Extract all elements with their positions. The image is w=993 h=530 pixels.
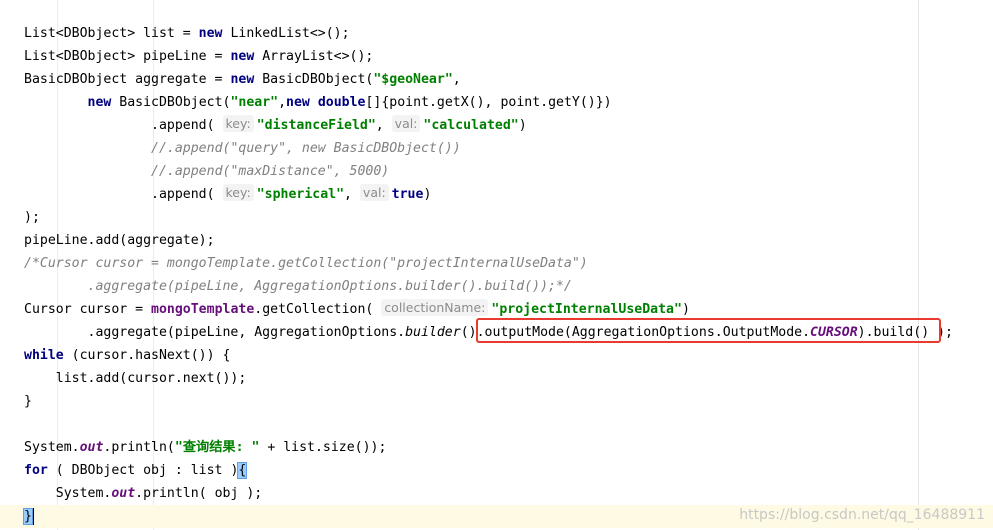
text-caret [31, 507, 34, 525]
code-token: LinkedList<>(); [222, 26, 350, 41]
code-line[interactable]: } [0, 390, 993, 413]
code-line[interactable]: List<DBObject> list = new LinkedList<>()… [0, 22, 993, 45]
code-token: , [278, 95, 287, 110]
code-line[interactable]: System.out.println("查询结果: " + list.size(… [0, 436, 993, 459]
code-token: out [111, 486, 136, 501]
code-line[interactable] [0, 413, 993, 436]
code-line[interactable]: list.add(cursor.next()); [0, 367, 993, 390]
watermark: https://blog.csdn.net/qq_16488911 [739, 507, 985, 523]
code-token: true [391, 187, 424, 202]
code-line[interactable]: BasicDBObject aggregate = new BasicDBObj… [0, 68, 993, 91]
code-line[interactable]: for ( DBObject obj : list ){ [0, 459, 993, 482]
code-token: /*Cursor cursor = mongoTemplate.getColle… [24, 256, 588, 271]
code-token: //.append("query", new BasicDBObject()) [151, 141, 461, 156]
code-line[interactable]: .append( key: "spherical", val: true) [0, 183, 993, 206]
code-token: List<DBObject> pipeLine = [24, 49, 231, 64]
code-token: .aggregate(pipeLine, AggregationOptions. [24, 325, 406, 340]
code-line[interactable]: .append( key: "distanceField", val: "calcu… [0, 114, 993, 137]
code-token: ArrayList<>(); [254, 49, 374, 64]
code-token: "projectInternalUseData" [491, 302, 682, 317]
code-token: BasicDBObject( [254, 72, 374, 87]
code-token: .getCollection( [254, 302, 382, 317]
code-token: .println( [103, 440, 175, 455]
code-editor[interactable]: List<DBObject> list = new LinkedList<>()… [0, 0, 993, 530]
code-token: ) [681, 302, 690, 317]
code-token: "near" [230, 95, 279, 110]
code-line[interactable]: ); [0, 206, 993, 229]
code-token: mongoTemplate [151, 302, 255, 317]
code-token: new [230, 49, 255, 64]
code-token: "$geoNear" [373, 72, 453, 87]
code-token: new [87, 95, 112, 110]
code-token: List<DBObject> list = [24, 26, 199, 41]
code-token: } [24, 394, 32, 409]
code-token: new [230, 72, 255, 87]
code-token: ); [24, 210, 40, 225]
code-token: .append( [24, 118, 223, 133]
code-token: ) [423, 187, 432, 202]
code-token: "distanceField" [256, 118, 376, 133]
code-token: []{point.getX(), point.getY()}) [365, 95, 612, 110]
code-line[interactable]: .aggregate(pipeLine, AggregationOptions.… [0, 275, 993, 298]
annotation-highlight-box [476, 318, 941, 343]
code-token: BasicDBObject aggregate = [24, 72, 231, 87]
code-token: new [286, 95, 310, 110]
code-token: for [24, 463, 48, 478]
code-token: System. [24, 486, 112, 501]
code-token: , [375, 118, 392, 133]
code-token: out [79, 440, 104, 455]
code-token: list.add(cursor.next()); [24, 371, 247, 386]
code-token: { [237, 462, 248, 479]
code-token: Cursor cursor = [24, 302, 152, 317]
code-line[interactable]: new BasicDBObject("near",new double[]{po… [0, 91, 993, 114]
code-token: .append( [24, 187, 223, 202]
code-token: .println( obj ); [135, 486, 263, 501]
code-token: } [23, 508, 33, 525]
code-token: "calculated" [423, 118, 519, 133]
code-line[interactable]: List<DBObject> pipeLine = new ArrayList<… [0, 45, 993, 68]
code-line[interactable]: //.append("maxDistance", 5000) [0, 160, 993, 183]
code-token: .aggregate(pipeLine, AggregationOptions.… [24, 279, 572, 294]
parameter-hint: collectionName: [381, 299, 489, 316]
code-token: (cursor.hasNext()) { [63, 348, 231, 363]
code-line[interactable]: System.out.println( obj ); [0, 482, 993, 505]
code-token: BasicDBObject( [111, 95, 231, 110]
code-token: double [317, 95, 366, 110]
code-token: //.append("maxDistance", 5000) [151, 164, 390, 179]
code-token: , [344, 187, 360, 202]
code-line[interactable]: /*Cursor cursor = mongoTemplate.getColle… [0, 252, 993, 275]
code-token: System. [24, 440, 80, 455]
parameter-hint: key: [222, 115, 254, 132]
code-line[interactable]: //.append("query", new BasicDBObject()) [0, 137, 993, 160]
parameter-hint: val: [391, 115, 421, 132]
code-token: , [452, 72, 461, 87]
code-token: ( DBObject obj : list ) [47, 463, 239, 478]
parameter-hint: val: [359, 184, 389, 201]
code-token: pipeLine.add(aggregate); [24, 233, 215, 248]
code-token: "spherical" [256, 187, 345, 202]
code-line[interactable]: while (cursor.hasNext()) { [0, 344, 993, 367]
code-token: while [24, 348, 64, 363]
code-token: "查询结果: " [174, 440, 260, 455]
code-token: builder [405, 325, 461, 340]
code-token: + list.size()); [259, 440, 387, 455]
code-token: ) [518, 118, 527, 133]
code-token: new [198, 26, 223, 41]
code-line[interactable]: pipeLine.add(aggregate); [0, 229, 993, 252]
parameter-hint: key: [222, 184, 254, 201]
